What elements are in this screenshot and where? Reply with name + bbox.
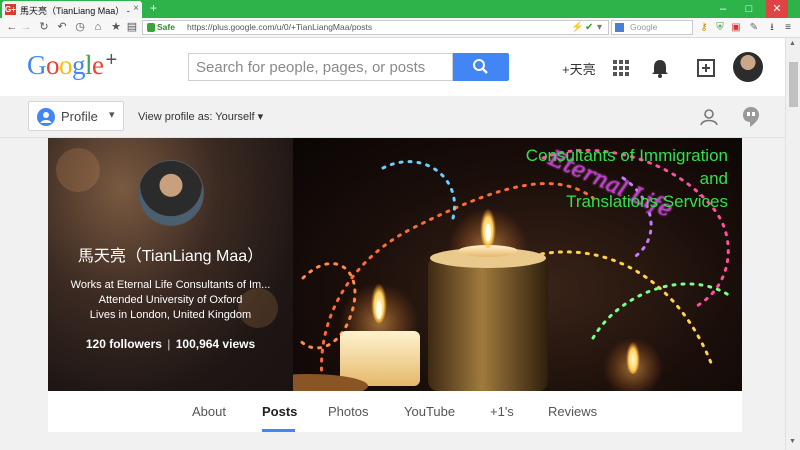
browser-tab-strip: G+ 馬天亮（TianLiang Maa） - Go... × + – □ ✕ bbox=[0, 0, 800, 18]
minimize-icon[interactable]: – bbox=[712, 0, 734, 18]
cover-photo[interactable]: Eternal Life Consultants of Immigration … bbox=[293, 138, 742, 391]
gplus-favicon-icon: G+ bbox=[5, 4, 16, 15]
bookmark-page-icon[interactable]: ▤ bbox=[126, 20, 138, 34]
menu-icon[interactable]: ≡ bbox=[782, 21, 794, 34]
profile-stats: 120 followers | 100,964 views bbox=[85, 337, 256, 351]
home-icon[interactable]: ⌂ bbox=[92, 20, 104, 34]
share-add-icon[interactable] bbox=[696, 58, 716, 78]
view-profile-as-selector[interactable]: View profile as: Yourself ▾ bbox=[138, 110, 263, 123]
tab-posts[interactable]: Posts bbox=[262, 404, 297, 419]
browser-search-box[interactable]: Google bbox=[611, 20, 693, 35]
cover-line-2: and bbox=[699, 169, 728, 188]
search-button[interactable] bbox=[453, 53, 509, 81]
profile-person-icon bbox=[37, 108, 55, 126]
search-engine-icon bbox=[615, 23, 624, 32]
apps-grid-icon[interactable] bbox=[611, 58, 631, 78]
tab-youtube[interactable]: YouTube bbox=[404, 404, 455, 419]
profile-bar: Profile ▾ View profile as: Yourself ▾ bbox=[0, 96, 785, 138]
google-plus-logo[interactable]: Google + bbox=[27, 49, 117, 81]
profile-education: Attended University of Oxford bbox=[98, 294, 243, 306]
close-tab-icon[interactable]: × bbox=[133, 3, 139, 14]
search-icon bbox=[473, 59, 488, 74]
followers-count[interactable]: 120 followers bbox=[86, 337, 162, 351]
cover-line-3: Translations Services bbox=[566, 192, 728, 211]
views-count: 100,964 views bbox=[175, 337, 256, 351]
logo-letter: g bbox=[72, 50, 86, 80]
profile-menu-label: Profile bbox=[61, 109, 98, 124]
logo-letter: o bbox=[46, 50, 60, 80]
scroll-up-icon[interactable]: ▲ bbox=[789, 40, 796, 47]
undo-icon[interactable]: ↶ bbox=[56, 20, 68, 34]
profile-work: Works at Eternal Life Consultants of Im.… bbox=[70, 279, 271, 291]
tab-about[interactable]: About bbox=[192, 404, 226, 419]
extension-icon[interactable]: ✔ bbox=[585, 22, 593, 33]
tab-plus-ones[interactable]: +1's bbox=[490, 404, 514, 419]
page-scrollbar[interactable]: ▲ ▼ bbox=[785, 38, 800, 450]
circles-icon[interactable] bbox=[698, 107, 720, 127]
profile-cover: 馬天亮（TianLiang Maa） Works at Eternal Life… bbox=[48, 138, 742, 391]
profile-name: 馬天亮（TianLiang Maa） bbox=[77, 248, 264, 265]
account-avatar[interactable] bbox=[733, 52, 763, 82]
browser-tab-title: 馬天亮（TianLiang Maa） - Go... bbox=[20, 6, 130, 16]
key-icon[interactable]: ⚷ bbox=[698, 21, 710, 34]
chevron-down-icon: ▾ bbox=[257, 111, 264, 123]
profile-location: Lives in London, United Kingdom bbox=[89, 309, 252, 321]
cover-line-1: Consultants of Immigration bbox=[525, 146, 728, 165]
bookmark-star-icon[interactable]: ★ bbox=[110, 20, 122, 34]
logo-letter: e bbox=[92, 50, 104, 80]
forward-icon[interactable]: → bbox=[20, 20, 32, 34]
browser-toolbar: ← → ↻ ↶ ◷ ⌂ ★ ▤ Safe https://plus.google… bbox=[0, 18, 800, 38]
logo-letter: o bbox=[59, 50, 73, 80]
scroll-down-icon[interactable]: ▼ bbox=[789, 438, 796, 445]
profile-avatar[interactable] bbox=[138, 160, 204, 226]
search-input[interactable] bbox=[189, 54, 439, 80]
tab-photos[interactable]: Photos bbox=[328, 404, 368, 419]
lightning-icon[interactable]: ⚡ bbox=[571, 22, 583, 33]
user-profile-link[interactable]: +天亮 bbox=[562, 59, 596, 78]
logo-letter: l bbox=[85, 50, 93, 80]
bokeh-light bbox=[56, 148, 100, 192]
candle-lights-image bbox=[293, 148, 735, 391]
back-icon[interactable]: ← bbox=[6, 20, 18, 34]
profile-tabs: About Posts Photos YouTube +1's Reviews bbox=[48, 391, 742, 432]
safe-label: Safe bbox=[157, 22, 175, 32]
history-icon[interactable]: ◷ bbox=[74, 20, 86, 34]
gplus-header: Google+ +天亮 bbox=[0, 38, 785, 96]
scrollbar-thumb[interactable] bbox=[789, 62, 798, 107]
shield-icon[interactable]: ⛨ bbox=[714, 21, 726, 34]
secure-lock-icon bbox=[147, 23, 155, 32]
close-window-icon[interactable]: ✕ bbox=[766, 0, 788, 18]
chevron-down-icon: ▾ bbox=[109, 109, 115, 121]
profile-info-panel: 馬天亮（TianLiang Maa） Works at Eternal Life… bbox=[48, 138, 293, 391]
active-tab-indicator bbox=[262, 429, 295, 432]
tab-reviews[interactable]: Reviews bbox=[548, 404, 597, 419]
browser-search-placeholder: Google bbox=[630, 22, 658, 32]
dropdown-arrow-icon[interactable]: ▾ bbox=[597, 22, 602, 33]
view-as-label: View profile as: bbox=[138, 111, 213, 123]
hangouts-icon[interactable] bbox=[742, 106, 760, 128]
translate-icon[interactable]: ▣ bbox=[730, 21, 742, 34]
download-icon[interactable]: ⭳ bbox=[766, 21, 778, 34]
maximize-icon[interactable]: □ bbox=[738, 0, 760, 18]
view-as-value: Yourself bbox=[215, 111, 255, 123]
logo-letter: G bbox=[27, 50, 47, 80]
reload-icon[interactable]: ↻ bbox=[38, 20, 50, 34]
address-bar[interactable]: Safe https://plus.google.com/u/0/+TianLi… bbox=[142, 20, 609, 35]
tools-icon[interactable]: ✎ bbox=[748, 21, 760, 34]
profile-menu-button[interactable]: Profile ▾ bbox=[28, 101, 124, 131]
people-search-field[interactable] bbox=[188, 53, 453, 81]
browser-tab[interactable]: G+ 馬天亮（TianLiang Maa） - Go... × bbox=[2, 1, 142, 18]
url-text: https://plus.google.com/u/0/+TianLiangMa… bbox=[187, 22, 373, 32]
logo-letter: + bbox=[105, 49, 118, 71]
new-tab-icon[interactable]: + bbox=[150, 1, 157, 15]
notifications-bell-icon[interactable] bbox=[650, 58, 670, 78]
